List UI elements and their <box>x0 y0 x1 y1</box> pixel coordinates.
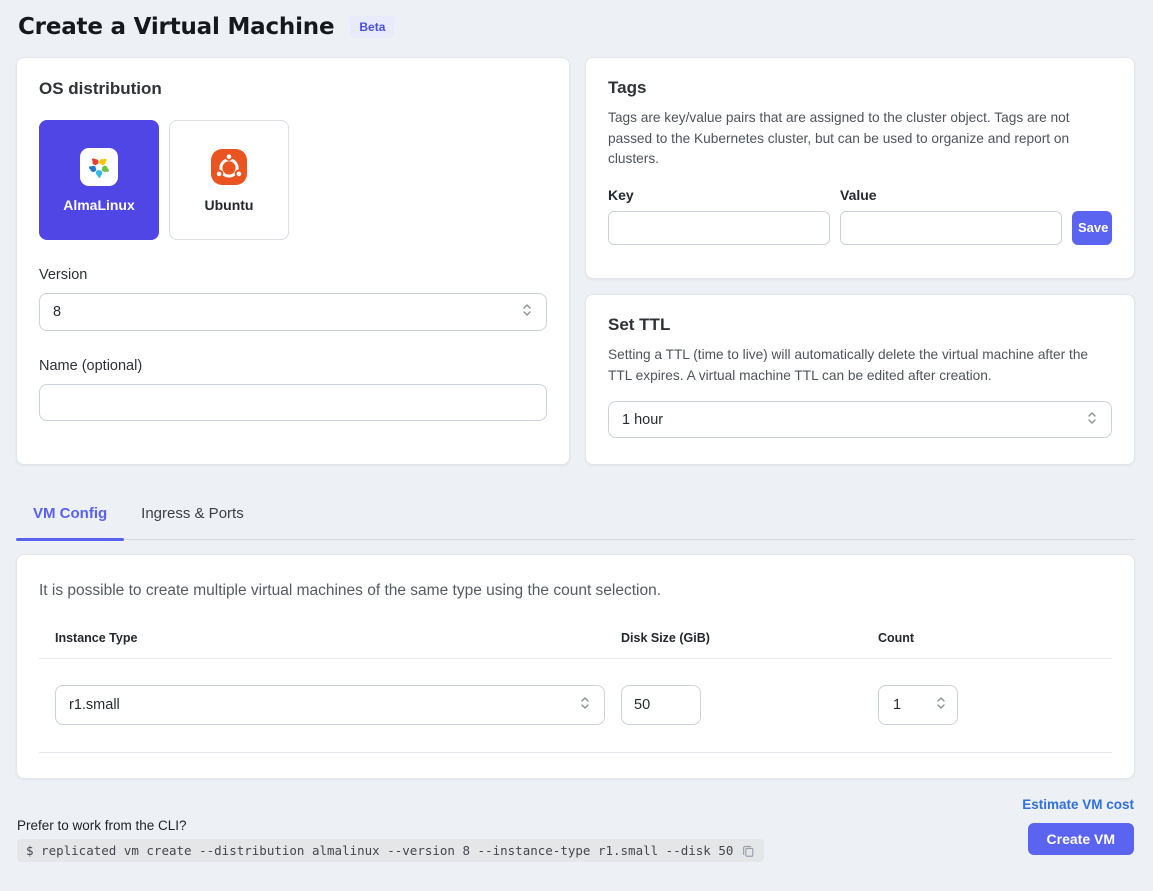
create-vm-button[interactable]: Create VM <box>1028 823 1134 855</box>
tab-ingress-ports[interactable]: Ingress & Ports <box>124 499 261 539</box>
ubuntu-logo-icon <box>210 148 248 186</box>
tags-card-title: Tags <box>608 78 1112 98</box>
tags-description: Tags are key/value pairs that are assign… <box>608 108 1112 170</box>
tag-key-input[interactable] <box>608 211 830 245</box>
chevron-updown-icon <box>579 695 591 715</box>
estimate-cost-link[interactable]: Estimate VM cost <box>1022 797 1134 812</box>
disk-size-input[interactable] <box>621 685 701 725</box>
tab-vm-config[interactable]: VM Config <box>16 499 124 539</box>
page-header: Create a Virtual Machine Beta <box>16 14 1135 40</box>
version-label: Version <box>39 267 547 283</box>
os-option-tiles: AlmaLinux <box>39 120 547 240</box>
table-row-divider <box>39 752 1112 753</box>
vm-table-header: Instance Type Disk Size (GiB) Count <box>39 631 1112 645</box>
ttl-select[interactable]: 1 hour <box>608 401 1112 438</box>
tag-key-value-form: Key Value Save <box>608 187 1112 245</box>
version-select-value: 8 <box>53 304 61 320</box>
count-value: 1 <box>893 697 901 713</box>
page-title: Create a Virtual Machine <box>18 14 334 40</box>
os-distribution-card: OS distribution <box>16 57 570 465</box>
os-card-title: OS distribution <box>39 79 547 99</box>
tag-key-label: Key <box>608 187 830 203</box>
ttl-select-value: 1 hour <box>622 412 663 428</box>
table-header-divider <box>39 658 1112 659</box>
os-option-almalinux[interactable]: AlmaLinux <box>39 120 159 240</box>
tag-value-input[interactable] <box>840 211 1062 245</box>
cli-section: Prefer to work from the CLI? $ replicate… <box>17 818 764 862</box>
cli-prompt-text: Prefer to work from the CLI? <box>17 818 764 833</box>
version-select[interactable]: 8 <box>39 293 547 331</box>
vm-name-label: Name (optional) <box>39 358 547 374</box>
cli-command-text: $ replicated vm create --distribution al… <box>26 843 733 858</box>
ttl-description: Setting a TTL (time to live) will automa… <box>608 345 1112 386</box>
vm-table-row: r1.small 1 <box>39 685 1112 725</box>
vm-config-card: It is possible to create multiple virtua… <box>16 554 1135 779</box>
count-stepper[interactable]: 1 <box>878 685 958 725</box>
os-option-ubuntu[interactable]: Ubuntu <box>169 120 289 240</box>
os-option-label: AlmaLinux <box>63 197 135 213</box>
right-column: Tags Tags are key/value pairs that are a… <box>585 57 1135 465</box>
footer-actions: Estimate VM cost Create VM <box>1022 797 1134 862</box>
instance-type-value: r1.small <box>69 697 120 713</box>
os-option-label: Ubuntu <box>205 197 254 213</box>
tags-card: Tags Tags are key/value pairs that are a… <box>585 57 1135 279</box>
config-tabs: VM Config Ingress & Ports <box>16 499 1135 540</box>
chevron-updown-icon <box>521 302 533 322</box>
column-header-instance-type: Instance Type <box>39 631 621 645</box>
column-header-disk-size: Disk Size (GiB) <box>621 631 878 645</box>
beta-badge: Beta <box>350 16 394 38</box>
instance-type-select[interactable]: r1.small <box>55 685 605 725</box>
chevron-updown-icon <box>1086 410 1098 430</box>
chevron-updown-icon <box>935 695 947 715</box>
page-footer: Prefer to work from the CLI? $ replicate… <box>16 797 1135 862</box>
cli-command-block: $ replicated vm create --distribution al… <box>17 839 764 862</box>
vm-config-intro: It is possible to create multiple virtua… <box>39 582 1112 600</box>
create-vm-page: Create a Virtual Machine Beta OS distrib… <box>0 0 1153 862</box>
top-grid: OS distribution <box>16 57 1135 465</box>
set-ttl-card: Set TTL Setting a TTL (time to live) wil… <box>585 294 1135 465</box>
vm-name-input[interactable] <box>39 384 547 421</box>
column-header-count: Count <box>878 631 1112 645</box>
ttl-card-title: Set TTL <box>608 315 1112 335</box>
save-tag-button[interactable]: Save <box>1072 211 1112 245</box>
almalinux-logo-icon <box>80 148 118 186</box>
copy-icon[interactable] <box>741 844 755 858</box>
tag-value-label: Value <box>840 187 1062 203</box>
